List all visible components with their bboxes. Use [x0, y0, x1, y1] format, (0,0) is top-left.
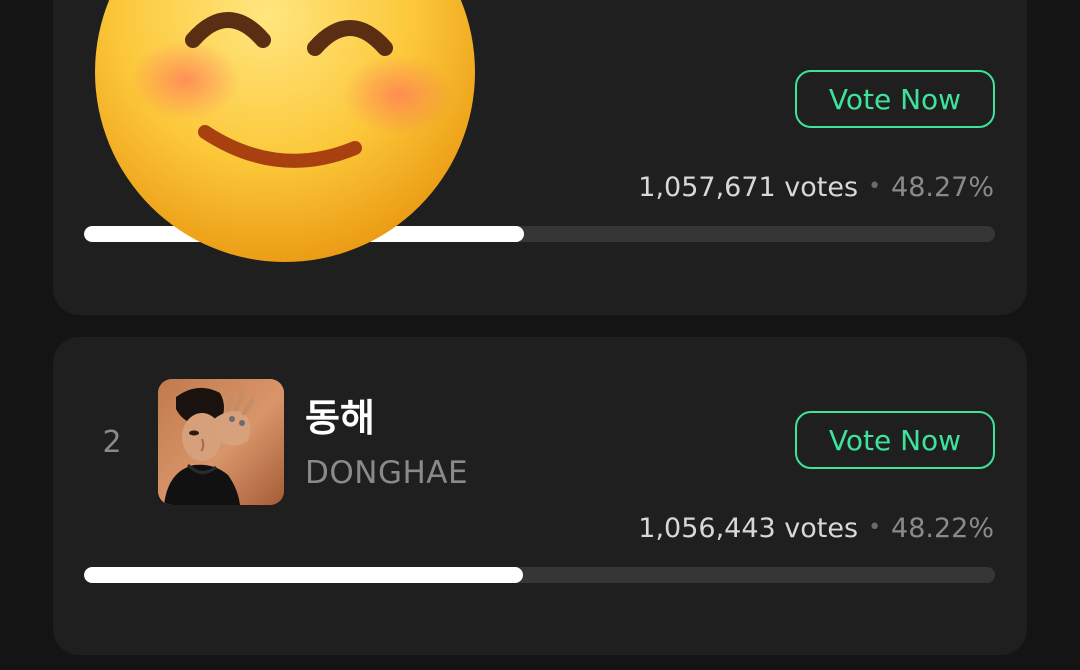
artist-photo — [158, 379, 284, 505]
vote-ranking-screen: Vote Now 1,057,671 votes • 48.27% 2 동해 D… — [0, 0, 1080, 670]
artist-name-2: 동해 — [305, 396, 375, 440]
smiling-face-emoji-icon — [95, 0, 475, 262]
vote-percent-1: 48.27% — [891, 172, 994, 203]
vote-now-button-1[interactable]: Vote Now — [795, 70, 995, 128]
rank-number-2: 2 — [102, 425, 122, 460]
artist-subtitle-2: DONGHAE — [305, 455, 469, 491]
vote-stats-2: 1,056,443 votes • 48.22% — [638, 513, 994, 544]
artist-avatar-2[interactable] — [158, 379, 284, 505]
ranking-card-2: 2 동해 DONGHAE Vote Now 1,056,443 votes • … — [53, 337, 1027, 655]
stats-separator-2: • — [868, 515, 882, 540]
vote-count-2: 1,056,443 votes — [638, 513, 859, 544]
vote-percent-2: 48.22% — [891, 513, 994, 544]
vote-count-1: 1,057,671 votes — [638, 172, 859, 203]
vote-stats-1: 1,057,671 votes • 48.27% — [638, 172, 994, 203]
vote-progress-bar-2 — [84, 567, 995, 583]
vote-now-button-2[interactable]: Vote Now — [795, 411, 995, 469]
vote-progress-fill-2 — [84, 567, 524, 583]
stats-separator-1: • — [868, 174, 882, 199]
